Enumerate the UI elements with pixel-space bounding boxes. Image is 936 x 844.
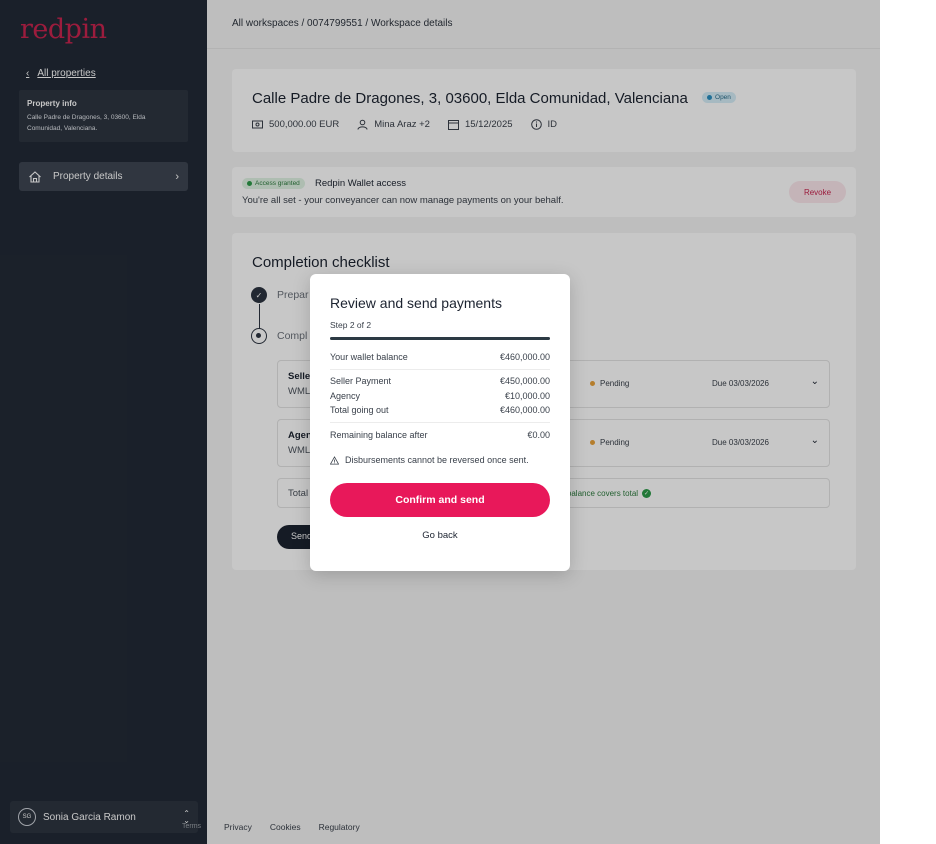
- divider: [330, 369, 550, 370]
- remaining-value: €0.00: [527, 430, 550, 440]
- go-back-button[interactable]: Go back: [330, 530, 550, 541]
- line-label: Total going out: [330, 405, 389, 415]
- divider: [330, 422, 550, 423]
- line-value: €460,000.00: [499, 405, 550, 415]
- confirm-and-send-button[interactable]: Confirm and send: [330, 483, 550, 517]
- wallet-balance-row: Your wallet balance €460,000.00: [330, 352, 550, 362]
- line-seller-payment: Seller Payment €450,000.00: [330, 376, 550, 386]
- right-blank-area: [880, 0, 936, 844]
- progress-fill: [330, 337, 550, 340]
- warning-icon: [330, 455, 339, 465]
- remaining-balance-row: Remaining balance after €0.00: [330, 430, 550, 440]
- line-label: Seller Payment: [330, 376, 392, 386]
- line-value: €10,000.00: [504, 391, 550, 401]
- wallet-balance-label: Your wallet balance: [330, 352, 408, 362]
- line-agency: Agency €10,000.00: [330, 391, 550, 401]
- line-total-going-out: Total going out €460,000.00: [330, 405, 550, 415]
- step-progress-bar: [330, 337, 550, 340]
- review-send-modal: Review and send payments Step 2 of 2 You…: [310, 274, 570, 571]
- wallet-balance-value: €460,000.00: [499, 352, 550, 362]
- remaining-label: Remaining balance after: [330, 430, 428, 440]
- line-label: Agency: [330, 391, 361, 401]
- modal-step: Step 2 of 2: [330, 320, 372, 330]
- line-value: €450,000.00: [499, 376, 550, 386]
- warning-text: Disbursements cannot be reversed once se…: [345, 455, 529, 465]
- irreversible-warning: Disbursements cannot be reversed once se…: [330, 455, 529, 465]
- modal-title: Review and send payments: [330, 295, 502, 311]
